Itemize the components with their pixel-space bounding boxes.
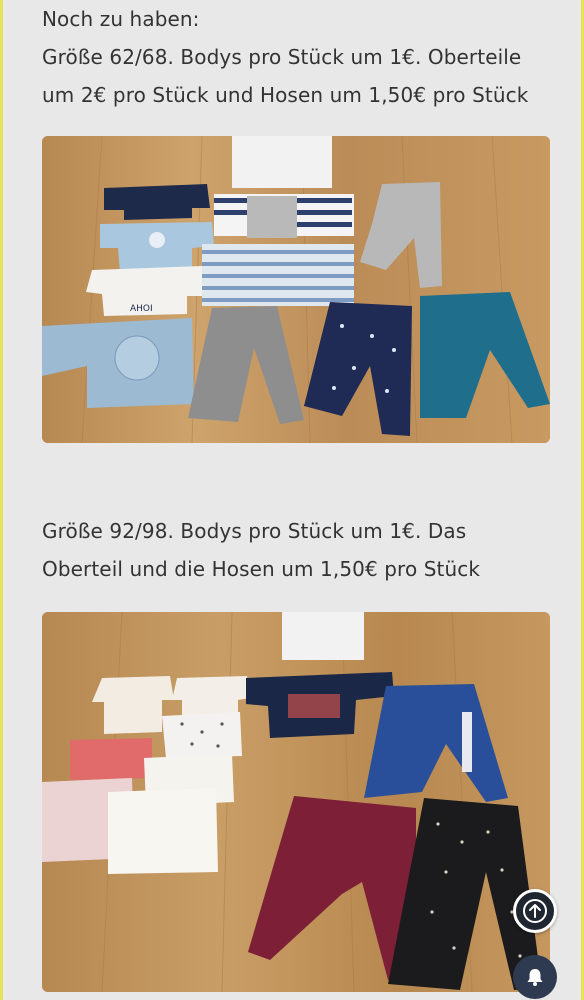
post-container: Noch zu haben: Größe 62/68. Bodys pro St… bbox=[0, 0, 584, 1000]
post-line: um 2€ pro Stück und Hosen um 1,50€ pro S… bbox=[42, 83, 529, 107]
svg-text:AHOI: AHOI bbox=[130, 304, 153, 314]
post-photo-2[interactable] bbox=[42, 612, 550, 992]
post-photo-1[interactable]: AHOI bbox=[42, 136, 550, 443]
post-line: Noch zu haben: bbox=[42, 7, 200, 31]
post-text-bottom: Größe 92/98. Bodys pro Stück um 1€. Das … bbox=[42, 512, 561, 588]
scroll-to-top-button[interactable] bbox=[513, 889, 557, 933]
post-line: Größe 62/68. Bodys pro Stück um 1€. Ober… bbox=[42, 45, 522, 69]
post-line: Größe 92/98. Bodys pro Stück um 1€. Das bbox=[42, 519, 467, 543]
arrow-up-icon bbox=[523, 899, 547, 923]
post-text-top: Noch zu haben: Größe 62/68. Bodys pro St… bbox=[42, 0, 561, 114]
notification-button[interactable] bbox=[513, 955, 557, 999]
bell-icon bbox=[527, 969, 543, 986]
post-line: Oberteil und die Hosen um 1,50€ pro Stüc… bbox=[42, 557, 481, 581]
